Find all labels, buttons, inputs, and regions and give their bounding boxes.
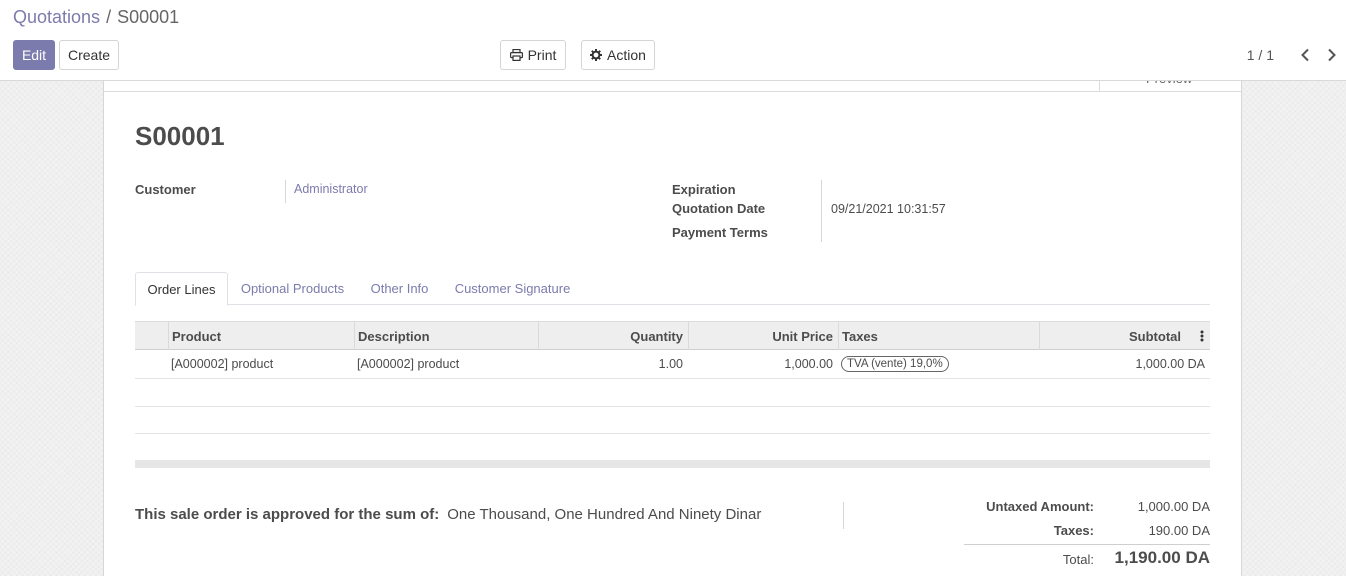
payment-terms-label: Payment Terms bbox=[672, 225, 768, 240]
row-subtotal: 1,000.00 DA bbox=[1135, 357, 1206, 371]
untaxed-amount-label: Untaxed Amount: bbox=[986, 499, 1094, 514]
table-header: Product Description Quantity Unit Price … bbox=[135, 321, 1210, 350]
sheet-statusbar: Preview bbox=[104, 75, 1241, 92]
totals-divider bbox=[964, 544, 1210, 545]
create-button[interactable]: Create bbox=[59, 40, 119, 70]
amount-in-words: This sale order is approved for the sum … bbox=[135, 506, 761, 523]
action-label: Action bbox=[607, 47, 646, 63]
pager-value[interactable]: 1 / 1 bbox=[1247, 47, 1274, 63]
notebook-tabs: Order Lines Optional Products Other Info… bbox=[135, 272, 1210, 306]
untaxed-amount-value: 1,000.00 DA bbox=[1137, 499, 1210, 514]
tax-badge: TVA (vente) 19,0% bbox=[841, 356, 949, 372]
column-header-unit-price[interactable]: Unit Price bbox=[688, 322, 838, 350]
breadcrumb-current: S00001 bbox=[117, 7, 180, 27]
chevron-right-icon[interactable] bbox=[1324, 45, 1340, 65]
field-divider bbox=[285, 180, 286, 203]
row-description: [A000002] product bbox=[357, 357, 460, 371]
breadcrumb-quotations-link[interactable]: Quotations bbox=[13, 7, 100, 27]
column-header-subtotal[interactable]: Subtotal bbox=[1039, 322, 1186, 350]
amount-in-words-value: One Thousand, One Hundred And Ninety Din… bbox=[447, 506, 762, 523]
column-header-quantity[interactable]: Quantity bbox=[538, 322, 688, 350]
record-title: S00001 bbox=[135, 121, 225, 151]
amount-in-words-label: This sale order is approved for the sum … bbox=[135, 506, 440, 523]
row-taxes: TVA (vente) 19,0% bbox=[838, 350, 1039, 378]
empty-row bbox=[135, 434, 1210, 460]
row-unit-price: 1,000.00 bbox=[784, 357, 833, 371]
breadcrumb: Quotations / S00001 bbox=[13, 7, 179, 28]
empty-row bbox=[135, 407, 1210, 434]
summary-divider bbox=[843, 502, 844, 529]
taxes-value: 190.00 DA bbox=[1148, 523, 1210, 538]
tab-optional-products[interactable]: Optional Products bbox=[231, 272, 354, 305]
table-row[interactable]: [A000002] product [A000002] product 1.00… bbox=[135, 350, 1210, 379]
column-header-description[interactable]: Description bbox=[354, 322, 538, 350]
breadcrumb-separator: / bbox=[106, 7, 112, 27]
column-header-taxes[interactable]: Taxes bbox=[838, 322, 1039, 350]
quotation-date-label: Quotation Date bbox=[672, 201, 766, 216]
print-label: Print bbox=[527, 47, 557, 63]
taxes-label: Taxes: bbox=[1053, 523, 1094, 538]
row-quantity: 1.00 bbox=[658, 357, 683, 371]
empty-row bbox=[135, 379, 1210, 407]
tab-order-lines[interactable]: Order Lines bbox=[135, 272, 228, 306]
row-product: [A000002] product bbox=[171, 357, 274, 371]
optional-columns-icon[interactable] bbox=[1193, 322, 1210, 350]
action-button[interactable]: Action bbox=[581, 40, 655, 70]
field-divider bbox=[821, 180, 822, 242]
expiration-label: Expiration bbox=[672, 182, 736, 197]
printer-icon bbox=[509, 49, 523, 61]
column-header-product[interactable]: Product bbox=[168, 322, 354, 350]
table-footer bbox=[135, 460, 1210, 468]
tab-customer-signature[interactable]: Customer Signature bbox=[444, 272, 581, 305]
edit-button[interactable]: Edit bbox=[13, 40, 55, 70]
total-value: 1,190.00 DA bbox=[1114, 548, 1210, 567]
handle-column-header bbox=[135, 322, 168, 350]
print-button[interactable]: Print bbox=[500, 40, 566, 70]
quotation-date-value: 09/21/2021 10:31:57 bbox=[831, 202, 946, 216]
gear-icon bbox=[590, 49, 603, 61]
customer-link[interactable]: Administrator bbox=[294, 182, 368, 196]
customer-label: Customer bbox=[135, 182, 196, 197]
chevron-left-icon[interactable] bbox=[1297, 45, 1313, 65]
total-label: Total: bbox=[1062, 552, 1094, 567]
control-panel: Quotations / S00001 Edit Create Print Acti… bbox=[0, 0, 1346, 81]
form-sheet: Preview S00001 Customer Administrator Ex… bbox=[103, 75, 1242, 576]
tab-other-info[interactable]: Other Info bbox=[361, 272, 438, 305]
